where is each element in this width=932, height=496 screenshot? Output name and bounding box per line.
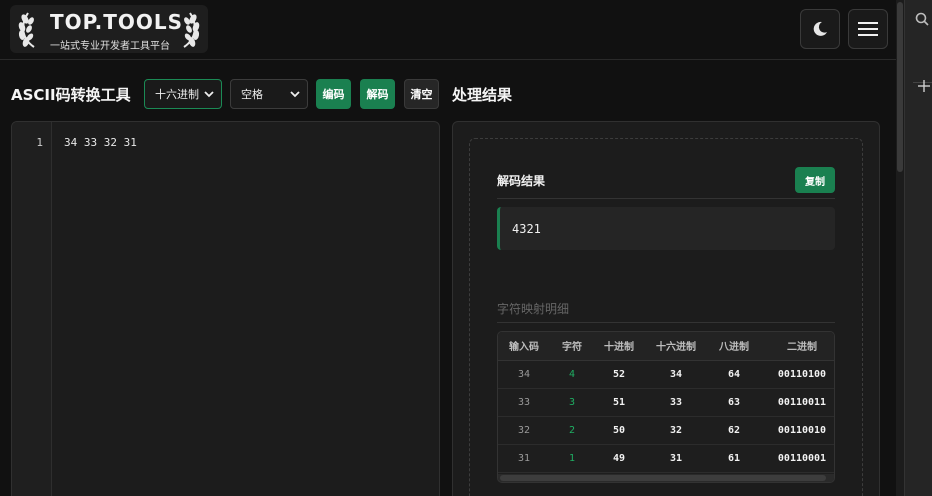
cell-hex: 31 <box>644 444 708 473</box>
col-header-char: 字符 <box>550 332 594 361</box>
mapping-divider <box>497 322 835 323</box>
cell-decimal: 52 <box>594 360 644 389</box>
table-horizontal-scrollbar[interactable] <box>498 474 834 482</box>
cell-char: 2 <box>550 416 594 445</box>
plus-icon[interactable] <box>917 79 931 93</box>
line-number: 1 <box>36 136 43 149</box>
table-row: 31 1 49 31 61 00110001 <box>498 444 834 473</box>
cell-char: 1 <box>550 444 594 473</box>
laurel-left-icon <box>18 12 35 48</box>
input-editor[interactable]: 1 34 33 32 31 <box>11 121 440 496</box>
decode-output[interactable]: 4321 <box>497 207 835 250</box>
chevron-down-icon <box>290 91 300 98</box>
cell-octal: 61 <box>708 444 760 473</box>
cell-octal: 62 <box>708 416 760 445</box>
hamburger-menu-icon <box>858 22 878 36</box>
table-row: 32 2 50 32 62 00110010 <box>498 416 834 445</box>
logo-title: TOP.TOOLS <box>50 10 184 34</box>
page-scrollbar-thumb[interactable] <box>897 2 903 172</box>
clear-button[interactable]: 清空 <box>404 79 439 109</box>
col-header-input: 输入码 <box>498 332 550 361</box>
mapping-label: 字符映射明细 <box>497 302 570 316</box>
line-number-gutter: 1 <box>12 122 52 496</box>
top-header: TOP.TOOLS 一站式专业开发者工具平台 <box>0 0 896 60</box>
site-logo[interactable]: TOP.TOOLS 一站式专业开发者工具平台 <box>10 5 208 53</box>
table-scrollbar-thumb[interactable] <box>500 475 826 481</box>
theme-toggle-button[interactable] <box>800 9 840 49</box>
table-row: 33 3 51 33 63 00110011 <box>498 388 834 417</box>
cell-binary: 00110100 <box>760 360 834 389</box>
format-select-value: 十六进制 <box>155 88 199 101</box>
cell-input: 33 <box>498 388 550 417</box>
logo-subtitle: 一站式专业开发者工具平台 <box>50 41 170 52</box>
col-header-decimal: 十进制 <box>594 332 644 361</box>
cell-octal: 64 <box>708 360 760 389</box>
chevron-down-icon <box>204 91 214 98</box>
cell-input: 31 <box>498 444 550 473</box>
laurel-right-icon <box>183 12 200 48</box>
side-panel-strip <box>904 0 932 496</box>
result-section-title: 处理结果 <box>452 86 513 104</box>
table-header-row: 输入码 字符 十进制 十六进制 八进制 二进制 <box>498 332 834 361</box>
decode-result-label: 解码结果 <box>497 174 546 188</box>
page-title: ASCII码转换工具 <box>11 86 131 104</box>
page-scrollbar[interactable] <box>896 0 904 496</box>
app-root: TOP.TOOLS 一站式专业开发者工具平台 ASCII码转换工具 十六进制 空… <box>0 0 932 496</box>
cell-hex: 32 <box>644 416 708 445</box>
col-header-hex: 十六进制 <box>644 332 708 361</box>
col-header-binary: 二进制 <box>760 332 834 361</box>
editor-content[interactable]: 34 33 32 31 <box>64 136 137 149</box>
cell-decimal: 50 <box>594 416 644 445</box>
mapping-table: 输入码 字符 十进制 十六进制 八进制 二进制 34 4 52 34 64 00… <box>498 332 834 473</box>
col-header-octal: 八进制 <box>708 332 760 361</box>
cell-decimal: 49 <box>594 444 644 473</box>
separator-select[interactable]: 空格 <box>230 79 308 109</box>
menu-button[interactable] <box>848 9 888 49</box>
cell-decimal: 51 <box>594 388 644 417</box>
cell-char: 4 <box>550 360 594 389</box>
result-divider <box>497 198 835 199</box>
cell-input: 34 <box>498 360 550 389</box>
result-panel: 解码结果 复制 4321 字符映射明细 输入码 字符 十进制 十六进制 八进制 … <box>452 121 880 496</box>
encode-button[interactable]: 编码 <box>316 79 351 109</box>
copy-button[interactable]: 复制 <box>795 167 835 193</box>
cell-hex: 34 <box>644 360 708 389</box>
decode-button[interactable]: 解码 <box>360 79 395 109</box>
cell-hex: 33 <box>644 388 708 417</box>
cell-octal: 63 <box>708 388 760 417</box>
separator-select-value: 空格 <box>241 88 263 101</box>
mapping-table-wrapper[interactable]: 输入码 字符 十进制 十六进制 八进制 二进制 34 4 52 34 64 00… <box>497 331 835 483</box>
search-icon[interactable] <box>915 12 929 26</box>
format-select[interactable]: 十六进制 <box>144 79 222 109</box>
moon-icon <box>813 21 827 36</box>
cell-char: 3 <box>550 388 594 417</box>
cell-binary: 00110001 <box>760 444 834 473</box>
cell-binary: 00110010 <box>760 416 834 445</box>
cell-input: 32 <box>498 416 550 445</box>
cell-binary: 00110011 <box>760 388 834 417</box>
table-row: 34 4 52 34 64 00110100 <box>498 360 834 389</box>
